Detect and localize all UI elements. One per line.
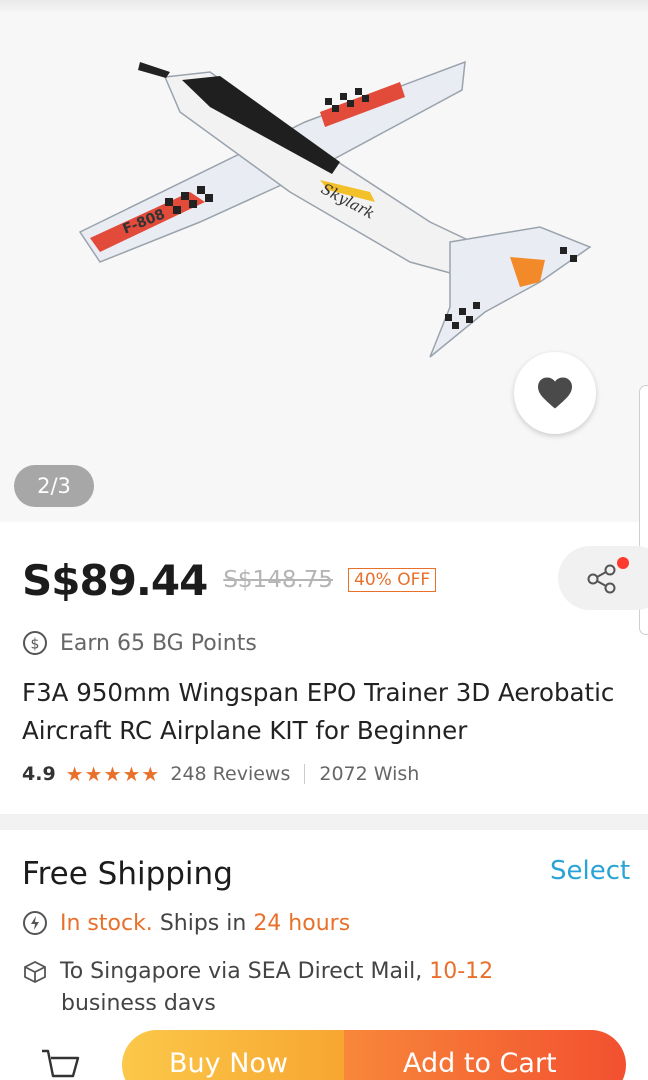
share-icon — [587, 564, 616, 594]
top-shadow — [0, 0, 648, 14]
original-price: S$148.75 — [223, 567, 334, 593]
svg-text:$: $ — [31, 637, 40, 653]
star-icon: ★ — [103, 762, 122, 786]
select-shipping-link[interactable]: Select — [550, 856, 630, 886]
star-rating: ★ ★ ★ ★ ★ — [66, 764, 161, 784]
rating-score: 4.9 — [22, 763, 56, 785]
rating-row[interactable]: 4.9 ★ ★ ★ ★ ★ 248 Reviews 2072 Wish — [22, 763, 419, 785]
product-title: F3A 950mm Wingspan EPO Trainer 3D Aeroba… — [22, 678, 615, 745]
shipping-title: Free Shipping — [22, 856, 233, 892]
stock-label: In stock. — [60, 910, 153, 936]
image-counter: 2/3 — [14, 465, 94, 507]
star-icon: ★ — [122, 762, 141, 786]
add-to-wishlist-button[interactable] — [514, 352, 596, 434]
lightning-icon — [22, 910, 48, 936]
bg-points-row: $ Earn 65 BG Points — [22, 630, 257, 656]
review-count[interactable]: 248 Reviews — [170, 763, 290, 785]
ships-in-prefix: Ships in — [159, 910, 247, 936]
star-icon: ★ — [141, 762, 160, 786]
star-icon: ★ — [84, 762, 103, 786]
delivery-days: 10-12 — [429, 959, 494, 984]
discount-badge: 40% OFF — [348, 568, 437, 592]
dollar-coin-icon: $ — [22, 630, 48, 656]
ships-in-value: 24 hours — [253, 910, 351, 936]
buy-now-button[interactable]: Buy Now — [122, 1030, 350, 1080]
price-row: S$89.44 S$148.75 40% OFF — [22, 552, 437, 608]
add-to-cart-button[interactable]: Add to Cart — [344, 1030, 626, 1080]
notification-dot — [617, 557, 629, 569]
package-icon — [22, 960, 48, 984]
cart-icon[interactable] — [40, 1048, 82, 1080]
heart-icon — [538, 377, 572, 409]
section-divider — [0, 814, 648, 830]
stock-status-row: In stock. Ships in 24 hours — [22, 910, 350, 936]
share-button[interactable] — [558, 546, 648, 610]
product-image-gallery[interactable]: F-808 Skylark 2/3 — [0, 0, 648, 522]
divider — [304, 764, 306, 784]
delivery-prefix: To Singapore via SEA Direct Mail, — [60, 959, 423, 984]
star-icon: ★ — [65, 762, 84, 786]
wish-count: 2072 Wish — [319, 763, 420, 785]
product-image-airplane: F-808 Skylark — [78, 60, 592, 358]
bg-points-text: Earn 65 BG Points — [60, 630, 257, 656]
current-price: S$89.44 — [22, 555, 208, 605]
